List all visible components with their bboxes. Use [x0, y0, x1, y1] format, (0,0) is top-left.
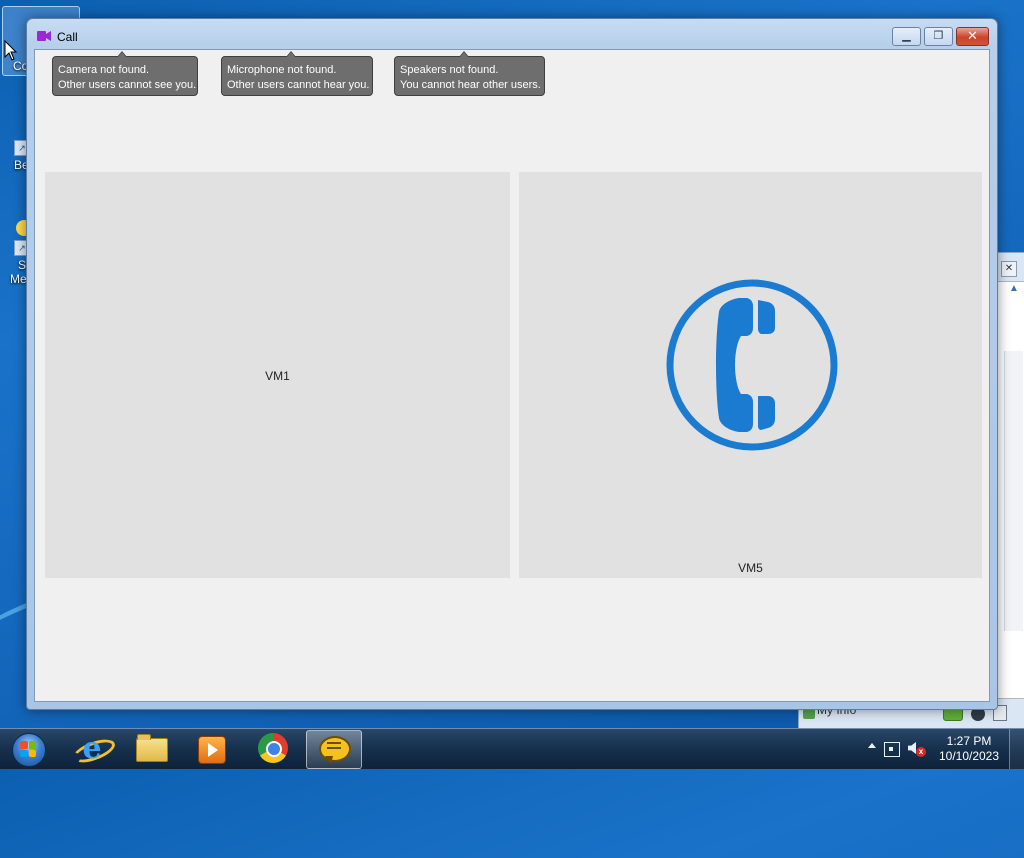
tooltip-line: Microphone not found. [227, 64, 337, 76]
muted-icon: x [916, 747, 926, 757]
restore-icon: ❐ [933, 30, 944, 42]
tooltip-line: Speakers not found. [400, 64, 499, 76]
minimize-button[interactable]: ▁ [892, 27, 921, 46]
tooltip-line: You cannot hear other users. [400, 79, 541, 91]
show-desktop-button[interactable] [1009, 729, 1024, 769]
caption-buttons: ▁ ❐ ✕ [889, 27, 989, 46]
phone-icon [666, 279, 838, 451]
participant-name: VM1 [265, 369, 290, 383]
internet-explorer-glyph: e [82, 731, 102, 766]
chat-lines [327, 742, 341, 744]
close-icon: ✕ [967, 28, 978, 43]
camera-not-found-tooltip[interactable]: Camera not found. Other users cannot see… [52, 51, 198, 96]
taskbar-chrome[interactable] [246, 730, 300, 767]
network-icon[interactable] [884, 742, 900, 757]
speakers-not-found-tooltip[interactable]: Speakers not found. You cannot hear othe… [394, 51, 545, 96]
mouse-cursor-icon [4, 39, 18, 65]
chrome-icon [258, 733, 288, 763]
taskbar: e x 1:27 PM 10/10/2023 [0, 728, 1024, 769]
file-explorer-icon [136, 734, 168, 762]
call-client-area: Camera not found. Other users cannot see… [34, 49, 990, 702]
tooltip-line: Other users cannot hear you. [227, 79, 370, 91]
close-button[interactable]: ✕ [956, 27, 989, 46]
scrollbar[interactable] [1004, 351, 1023, 631]
window-title: Call [57, 30, 78, 44]
title-bar[interactable]: Call ▁ ❐ ✕ [27, 19, 997, 49]
scroll-up-icon[interactable]: ▲ [1005, 283, 1023, 301]
call-window[interactable]: Call ▁ ❐ ✕ Camera not found. Other users… [26, 18, 998, 710]
participant-pane-vm5[interactable]: VM5 [519, 172, 982, 578]
participant-pane-vm1[interactable]: VM1 [45, 172, 510, 578]
speaker-icon[interactable] [908, 742, 916, 754]
clock-time: 1:27 PM [946, 734, 992, 748]
clock[interactable]: 1:27 PM 10/10/2023 [934, 734, 1004, 764]
close-icon[interactable]: ✕ [1001, 261, 1017, 277]
system-tray: x 1:27 PM 10/10/2023 [854, 729, 1024, 769]
minimize-icon: ▁ [902, 30, 911, 42]
tooltip-line: Camera not found. [58, 64, 150, 76]
chat-app-icon [319, 736, 351, 764]
taskbar-internet-explorer[interactable]: e [66, 730, 120, 767]
video-camera-icon [37, 31, 51, 41]
show-hidden-icons-icon[interactable] [868, 743, 876, 748]
taskbar-chat-app[interactable] [306, 730, 362, 769]
restore-button[interactable]: ❐ [924, 27, 953, 46]
windows-flag-icon [20, 741, 36, 757]
taskbar-file-explorer[interactable] [124, 730, 178, 767]
start-button[interactable] [4, 730, 50, 768]
participant-name: VM5 [738, 561, 763, 575]
microphone-not-found-tooltip[interactable]: Microphone not found. Other users cannot… [221, 51, 373, 96]
media-player-icon [198, 736, 226, 764]
clock-date: 10/10/2023 [938, 749, 1000, 763]
tooltip-line: Other users cannot see you. [58, 79, 197, 91]
taskbar-media-player[interactable] [184, 730, 238, 767]
